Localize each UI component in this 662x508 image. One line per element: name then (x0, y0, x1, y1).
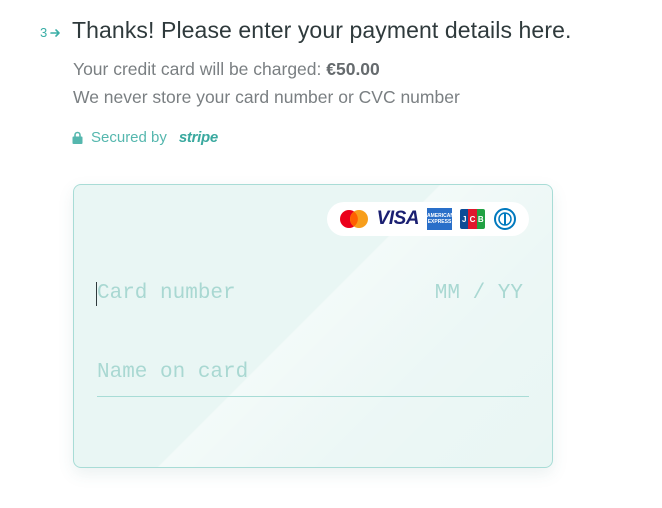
charge-description: Your credit card will be charged: €50.00 (73, 59, 380, 80)
name-on-card-input[interactable]: Name on card (97, 359, 529, 387)
secured-by-stripe: Secured by stripe (72, 129, 218, 146)
card-brand-logos: VISA AMERICAN EXPRESS J C B (326, 202, 529, 236)
arrow-right-icon (50, 28, 61, 37)
question-number: 3 (40, 25, 61, 40)
text-caret (96, 282, 97, 306)
name-field-underline (97, 396, 529, 397)
name-placeholder: Name on card (97, 361, 249, 384)
credit-card-form: VISA AMERICAN EXPRESS J C B Card number … (73, 184, 553, 468)
amex-icon: AMERICAN EXPRESS (427, 208, 454, 230)
stripe-logo: stripe (178, 129, 218, 146)
charge-prefix: Your credit card will be charged: (73, 59, 327, 79)
visa-icon: VISA (376, 208, 420, 229)
mastercard-icon (339, 210, 368, 228)
lock-icon (72, 131, 83, 144)
card-number-placeholder: Card number (97, 282, 236, 305)
secured-label: Secured by (91, 129, 167, 146)
question-number-label: 3 (40, 25, 48, 40)
diners-icon (494, 208, 516, 230)
charge-amount: €50.00 (326, 59, 380, 79)
expiry-input[interactable]: MM / YY (413, 280, 523, 308)
expiry-placeholder: MM / YY (434, 282, 523, 305)
card-number-input[interactable]: Card number (96, 280, 397, 308)
jcb-icon: J C B (460, 209, 485, 229)
privacy-note: We never store your card number or CVC n… (73, 87, 460, 107)
payment-question: 3 Thanks! Please enter your payment deta… (0, 0, 662, 508)
question-title: Thanks! Please enter your payment detail… (72, 17, 572, 43)
